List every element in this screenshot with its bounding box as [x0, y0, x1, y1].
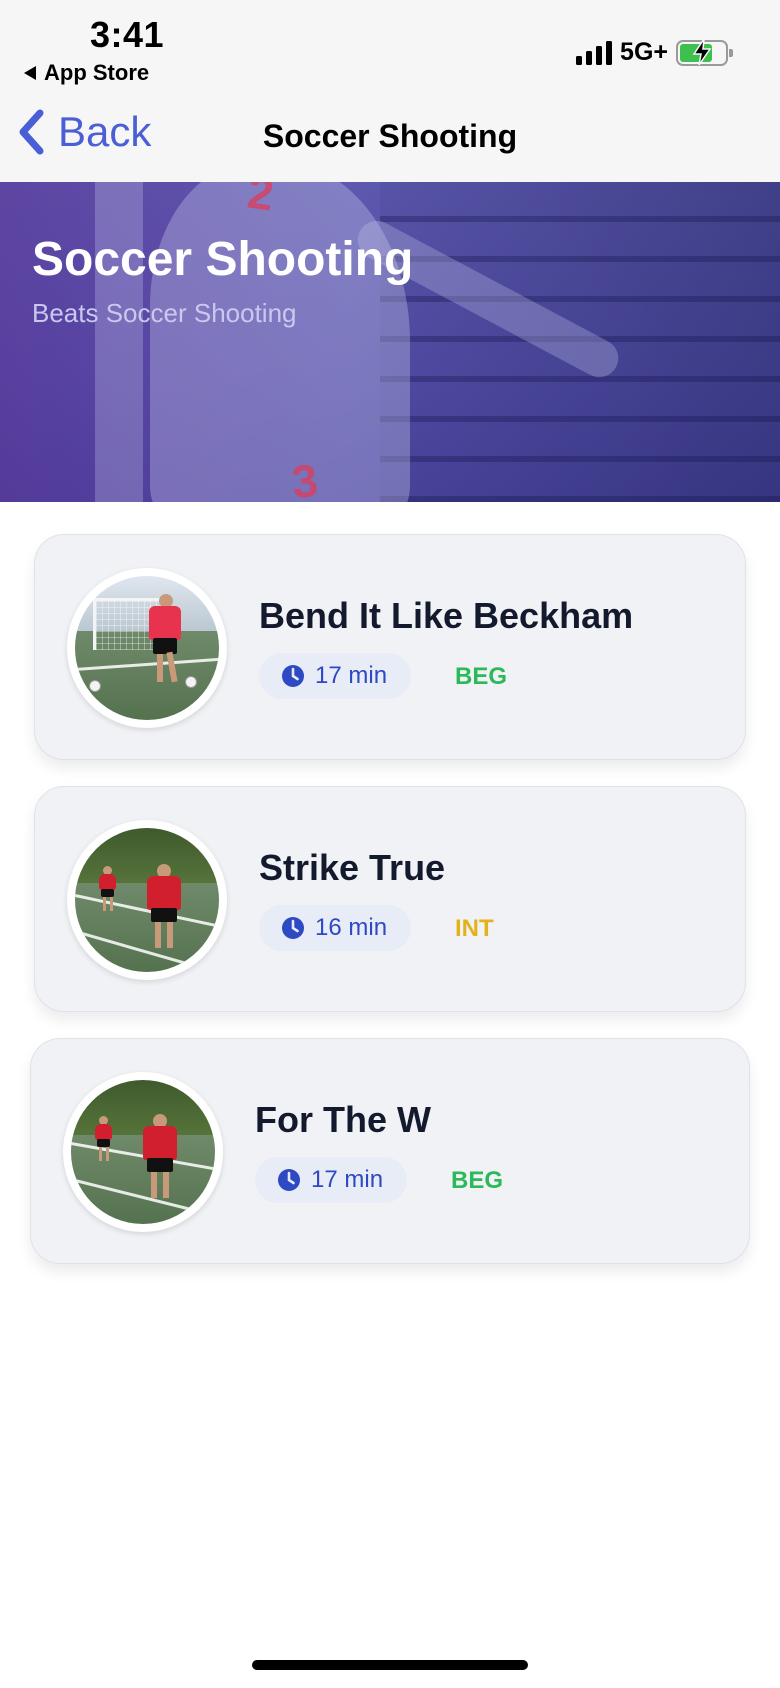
- workout-thumbnail: [63, 1072, 223, 1232]
- level-badge: BEG: [455, 663, 508, 690]
- workout-thumbnail: [67, 568, 227, 728]
- workout-thumbnail: [67, 820, 227, 980]
- duration-badge: 16 min: [259, 905, 412, 951]
- hero-goalpost-shape: [95, 182, 143, 502]
- workout-title: For The W: [255, 1099, 431, 1140]
- battery-charging-icon: [676, 38, 733, 66]
- status-time: 3:41: [90, 14, 165, 55]
- workout-title: Bend It Like Beckham: [259, 595, 634, 636]
- clock-icon: [282, 665, 304, 687]
- level-badge: BEG: [451, 1167, 504, 1194]
- cellular-signal-icon: [576, 40, 613, 65]
- duration-badge: 17 min: [255, 1157, 408, 1203]
- duration-text: 17 min: [315, 662, 388, 689]
- duration-text: 16 min: [315, 914, 388, 941]
- duration-text: 17 min: [311, 1166, 384, 1193]
- clock-icon: [282, 917, 304, 939]
- network-type: 5G+: [620, 38, 668, 66]
- workout-card[interactable]: Strike True 16 min INT: [34, 786, 746, 1012]
- status-bar: 3:41 App Store 5G+: [0, 0, 780, 90]
- status-indicators: 5G+: [576, 38, 733, 67]
- back-app-label: App Store: [44, 60, 150, 85]
- back-to-app-store[interactable]: App Store: [24, 60, 149, 86]
- hero-title: Soccer Shooting: [32, 233, 414, 286]
- workout-title: Strike True: [259, 847, 446, 888]
- workout-card[interactable]: Bend It Like Beckham 17 min BEG: [34, 534, 746, 760]
- duration-badge: 17 min: [259, 653, 412, 699]
- nav-title: Soccer Shooting: [262, 118, 518, 154]
- navigation-bar: Back Soccer Shooting: [0, 90, 780, 182]
- clock-icon: [278, 1169, 300, 1191]
- hero-subtitle: Beats Soccer Shooting: [32, 298, 297, 328]
- level-badge: INT: [455, 915, 494, 942]
- back-triangle-icon: [24, 66, 36, 80]
- workout-card[interactable]: For The W 17 min BEG: [30, 1038, 750, 1264]
- home-indicator[interactable]: [252, 1660, 528, 1670]
- hero-banner: 2 3 Soccer Shooting Beats Soccer Shootin…: [0, 182, 780, 502]
